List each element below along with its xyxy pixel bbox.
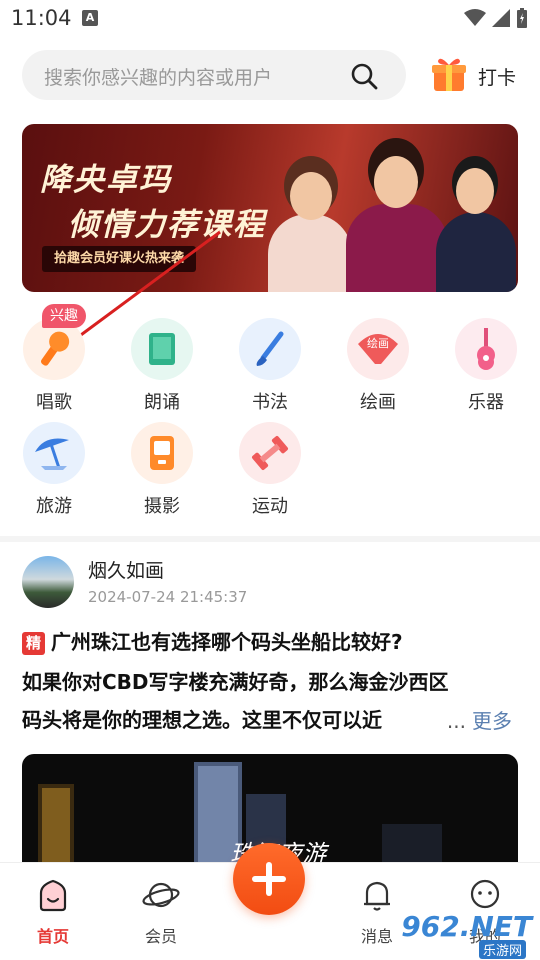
checkin-label: 打卡 <box>478 67 517 89</box>
category-label: 摄影 <box>144 496 180 517</box>
fan-icon: 绘画 <box>347 318 409 380</box>
category-label: 唱歌 <box>36 392 72 413</box>
fan-icon-text: 绘画 <box>367 336 389 350</box>
notification-a-icon: A <box>82 10 98 26</box>
tab-label: 会员 <box>144 927 177 946</box>
search-bar[interactable]: 搜索你感兴趣的内容或用户 <box>22 50 406 100</box>
feed-post[interactable]: 烟久如画 2024-07-24 21:45:37 精广州珠江也有选择哪个码头坐船… <box>0 542 540 884</box>
status-time: 11:04 <box>11 6 72 30</box>
post-username[interactable]: 烟久如画 <box>88 556 164 583</box>
signal-icon <box>492 9 510 27</box>
post-title[interactable]: 精广州珠江也有选择哪个码头坐船比较好? <box>22 626 403 655</box>
post-excerpt-line-2: 码头将是你的理想之选。这里不仅可以近 <box>22 708 382 732</box>
wifi-icon <box>464 9 486 26</box>
more-link[interactable]: ... 更多 <box>447 705 512 734</box>
category-calligraphy[interactable]: 书法 <box>230 318 310 414</box>
home-icon <box>39 879 67 912</box>
category-painting[interactable]: 绘画 绘画 <box>338 318 418 414</box>
book-icon <box>131 318 193 380</box>
category-badge: 兴趣 <box>42 304 86 328</box>
create-post-button[interactable] <box>233 843 305 915</box>
dumbbell-icon <box>239 422 301 484</box>
plus-icon <box>252 862 286 896</box>
category-label: 运动 <box>252 496 288 517</box>
banner-person-3 <box>434 150 518 292</box>
tab-home[interactable]: 首页 <box>18 877 88 947</box>
status-icons <box>464 8 528 28</box>
chat-face-icon <box>470 879 500 909</box>
checkin-button[interactable]: 打卡 <box>430 55 530 95</box>
category-label: 朗诵 <box>144 392 180 413</box>
category-recite[interactable]: 朗诵 <box>122 318 202 414</box>
category-photography[interactable]: 摄影 <box>122 422 202 518</box>
category-sing[interactable]: 兴趣 唱歌 <box>14 304 94 414</box>
tab-label: 首页 <box>36 927 69 946</box>
bell-icon <box>364 881 390 911</box>
watermark-logo: 962.NET <box>401 910 532 943</box>
post-excerpt-line-1: 如果你对CBD写字楼充满好奇，那么海金沙西区 <box>22 670 449 694</box>
category-sports[interactable]: 运动 <box>230 422 310 518</box>
status-bar: 11:04 A <box>0 0 540 36</box>
category-label: 书法 <box>252 392 288 413</box>
more-label: 更多 <box>472 709 512 733</box>
category-label: 旅游 <box>36 496 72 517</box>
category-instrument[interactable]: 乐器 <box>446 318 526 414</box>
watermark-sub: 乐游网 <box>478 940 526 959</box>
banner-title-1: 降央卓玛 <box>40 162 172 198</box>
gift-icon <box>432 58 466 91</box>
ellipsis: ... <box>446 709 466 733</box>
tab-membership[interactable]: 会员 <box>126 877 196 947</box>
search-placeholder: 搜索你感兴趣的内容或用户 <box>44 67 273 89</box>
post-title-text: 广州珠江也有选择哪个码头坐船比较好? <box>51 630 403 654</box>
camera-icon <box>131 422 193 484</box>
battery-icon <box>517 8 527 28</box>
featured-badge: 精 <box>22 632 45 655</box>
post-timestamp: 2024-07-24 21:45:37 <box>88 588 248 606</box>
beach-umbrella-icon <box>23 422 85 484</box>
avatar[interactable] <box>22 556 74 608</box>
category-label: 乐器 <box>468 392 504 413</box>
brush-icon <box>239 318 301 380</box>
category-travel[interactable]: 旅游 <box>14 422 94 518</box>
search-icon[interactable] <box>350 62 378 90</box>
planet-icon <box>142 882 180 908</box>
ukulele-icon <box>455 318 517 380</box>
category-label: 绘画 <box>360 392 396 413</box>
